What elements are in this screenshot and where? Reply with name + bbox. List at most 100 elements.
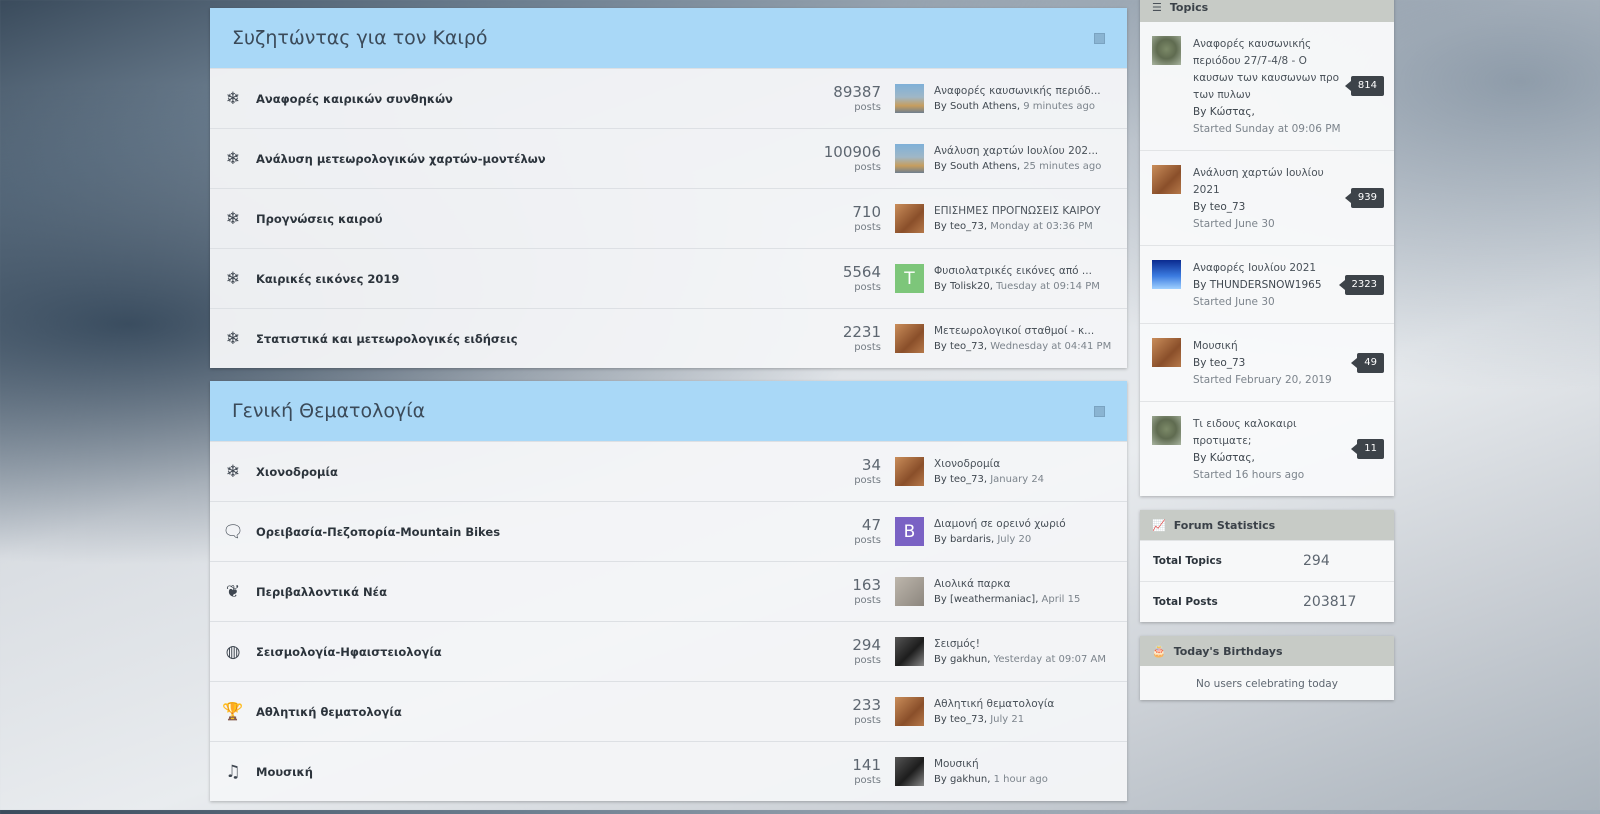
last-post-title-link[interactable]: Ανάλυση χαρτών Ιουλίου 202... <box>934 143 1101 159</box>
forum-row[interactable]: ❄ Καιρικές εικόνες 2019 5564 posts T Φυσιολατ… <box>210 248 1127 308</box>
avatar[interactable] <box>895 697 924 726</box>
last-post-title-link[interactable]: Αιολικά παρκα <box>934 576 1080 592</box>
last-post-author-link[interactable]: By South Athens <box>934 101 1017 112</box>
last-post-author-link[interactable]: By South Athens <box>934 161 1017 172</box>
avatar[interactable] <box>895 204 924 233</box>
collapse-icon[interactable] <box>1094 32 1105 44</box>
forum-name-link[interactable]: Χιονοδρομία <box>256 465 811 479</box>
topic-author-link[interactable]: By teo_73 <box>1193 355 1342 372</box>
forum-name-link[interactable]: Περιβαλλοντικά Νέα <box>256 585 811 599</box>
forum-row[interactable]: 🗨 Ορειβασία-Πεζοπορία-Mountain Bikes 47 pos… <box>210 501 1127 561</box>
topic-author-link[interactable]: By Κώστας, <box>1193 104 1342 121</box>
collapse-icon[interactable] <box>1094 405 1105 417</box>
post-count: 710 posts <box>811 203 895 235</box>
last-post-title-link[interactable]: Σεισμός! <box>934 636 1106 652</box>
category-header: Γενική Θεματολογία <box>210 381 1127 441</box>
forum-name-link[interactable]: Αθλητική θεματολογία <box>256 705 811 719</box>
avatar[interactable] <box>895 757 924 786</box>
forum-name-link[interactable]: Μουσική <box>256 765 811 779</box>
avatar[interactable] <box>1152 260 1181 289</box>
last-post-author-link[interactable]: By teo_73 <box>934 341 984 352</box>
forum-row[interactable]: ❦ Περιβαλλοντικά Νέα 163 posts Αιολικά παρκα… <box>210 561 1127 621</box>
snowflake-icon: ❄ <box>225 328 241 349</box>
last-post-title-link[interactable]: Αναφορές καυσωνικής περιόδ... <box>934 83 1101 99</box>
last-post: ΕΠΙΣΗΜΕΣ ΠΡΟΓΝΩΣΕΙΣ ΚΑΙΡΟΥ By teo_73, Mon… <box>895 203 1127 235</box>
forum-name-link[interactable]: Ορειβασία-Πεζοπορία-Mountain Bikes <box>256 525 811 539</box>
forum-name-link[interactable]: Προγνώσεις καιρού <box>256 212 811 226</box>
category-title[interactable]: Συζητώντας για τον Καιρό <box>232 27 488 49</box>
last-post-text: Σεισμός! By gakhun, Yesterday at 09:07 AM <box>934 636 1106 668</box>
forum-row[interactable]: ❄ Προγνώσεις καιρού 710 posts ΕΠΙΣΗΜΕΣ ΠΡΟΓΝ… <box>210 188 1127 248</box>
avatar[interactable] <box>1152 165 1181 194</box>
sidebar: ☰ Topics Αναφορές καυσωνικής περιόδου 27… <box>1140 0 1394 714</box>
forum-index: Συζητώντας για τον Καιρό ❄ Αναφορές καιρι… <box>210 8 1127 814</box>
last-post-author-link[interactable]: By Tolisk20 <box>934 281 990 292</box>
post-count: 141 posts <box>811 756 895 788</box>
forum-name-link[interactable]: Ανάλυση μετεωρολογικών χαρτών-μοντέλων <box>256 152 811 166</box>
last-post-author-link[interactable]: By teo_73 <box>934 714 984 725</box>
last-post: Χιονοδρομία By teo_73, January 24 <box>895 456 1127 488</box>
avatar[interactable] <box>895 577 924 606</box>
last-post-title-link[interactable]: Διαμονή σε ορεινό χωριό <box>934 516 1066 532</box>
last-post-author-link[interactable]: By teo_73 <box>934 474 984 485</box>
avatar[interactable] <box>1152 338 1181 367</box>
topic-started: Started 16 hours ago <box>1193 469 1305 481</box>
forum-row[interactable]: ❄ Αναφορές καιρικών συνθηκών 89387 posts Ανα… <box>210 68 1127 128</box>
last-post-time: Monday at 03:36 PM <box>990 220 1093 232</box>
post-count: 294 posts <box>811 636 895 668</box>
topic-title-link[interactable]: Αναφορές καυσωνικής περιόδου 27/7-4/8 - … <box>1193 36 1342 104</box>
topic-author-link[interactable]: By Κώστας, <box>1193 450 1342 467</box>
last-post-title-link[interactable]: Φυσιολατρικές εικόνες από ... <box>934 263 1100 279</box>
last-post-author-link[interactable]: By teo_73 <box>934 221 984 232</box>
forum-row[interactable]: ❄ Χιονοδρομία 34 posts Χιονοδρομία By teo_73,… <box>210 441 1127 501</box>
post-count-label: posts <box>854 594 881 606</box>
forum-row[interactable]: 🏆 Αθλητική θεματολογία 233 posts Αθλητική θε… <box>210 681 1127 741</box>
avatar[interactable] <box>895 324 924 353</box>
post-count-number: 141 <box>852 755 881 774</box>
post-count-label: posts <box>854 221 881 233</box>
avatar[interactable]: T <box>895 264 924 293</box>
last-post-title-link[interactable]: Μουσική <box>934 756 1048 772</box>
forum-statistics-widget: 📈 Forum Statistics Total Topics 294 Tota… <box>1140 510 1394 622</box>
post-count-number: 710 <box>852 202 881 221</box>
forum-row[interactable]: ♫ Μουσική 141 posts Μουσική By gakhun, 1 hour… <box>210 741 1127 801</box>
topic-title-link[interactable]: Τι ειδους καλοκαιρι προτιματε; <box>1193 416 1342 450</box>
avatar[interactable] <box>895 144 924 173</box>
post-count-number: 294 <box>852 635 881 654</box>
avatar[interactable] <box>895 637 924 666</box>
last-post-author-link[interactable]: By gakhun <box>934 774 987 785</box>
last-post-author-link[interactable]: By bardaris <box>934 534 991 545</box>
forum-name-link[interactable]: Στατιστικά και μετεωρολογικές ειδήσεις <box>256 332 811 346</box>
avatar[interactable] <box>1152 416 1181 445</box>
forum-row[interactable]: ❄ Ανάλυση μετεωρολογικών χαρτών-μοντέλων 1… <box>210 128 1127 188</box>
post-count-number: 89387 <box>833 82 881 101</box>
topic-author-link[interactable]: By THUNDERSNOW1965 <box>1193 277 1342 294</box>
forum-name-link[interactable]: Αναφορές καιρικών συνθηκών <box>256 92 811 106</box>
topic-title-link[interactable]: Αναφορές Ιουλίου 2021 <box>1193 260 1342 277</box>
forum-row[interactable]: ❄ Στατιστικά και μετεωρολογικές ειδήσεις 2… <box>210 308 1127 368</box>
reply-count-badge: 939 <box>1344 188 1384 208</box>
topic-title-link[interactable]: Μουσική <box>1193 338 1342 355</box>
post-count-number: 2231 <box>842 322 881 341</box>
last-post-author-link[interactable]: By gakhun <box>934 654 987 665</box>
last-post-title-link[interactable]: ΕΠΙΣΗΜΕΣ ΠΡΟΓΝΩΣΕΙΣ ΚΑΙΡΟΥ <box>934 203 1101 219</box>
last-post: Αναφορές καυσωνικής περιόδ... By South At… <box>895 83 1127 115</box>
topic-author-link[interactable]: By teo_73 <box>1193 199 1342 216</box>
post-count-number: 5564 <box>842 262 881 281</box>
category-title[interactable]: Γενική Θεματολογία <box>232 400 425 422</box>
avatar[interactable] <box>895 84 924 113</box>
avatar[interactable] <box>1152 36 1181 65</box>
forum-name-link[interactable]: Σεισμολογία-Ηφαιστειολογία <box>256 645 811 659</box>
widget-header: ☰ Topics <box>1140 0 1394 22</box>
last-post-text: Ανάλυση χαρτών Ιουλίου 202... By South At… <box>934 143 1101 175</box>
last-post-title-link[interactable]: Χιονοδρομία <box>934 456 1044 472</box>
snowflake-icon: ❄ <box>225 148 241 169</box>
last-post-title-link[interactable]: Αθλητική θεματολογία <box>934 696 1054 712</box>
forum-row[interactable]: ◍ Σεισμολογία-Ηφαιστειολογία 294 posts Σεισμ… <box>210 621 1127 681</box>
avatar[interactable]: B <box>895 517 924 546</box>
avatar[interactable] <box>895 457 924 486</box>
topic-title-link[interactable]: Ανάλυση χαρτών Ιουλίου 2021 <box>1193 165 1342 199</box>
forum-name-link[interactable]: Καιρικές εικόνες 2019 <box>256 272 811 286</box>
last-post-author-link[interactable]: By [weathermaniac] <box>934 594 1035 605</box>
last-post-title-link[interactable]: Μετεωρολογικοί σταθμοί - κ... <box>934 323 1111 339</box>
